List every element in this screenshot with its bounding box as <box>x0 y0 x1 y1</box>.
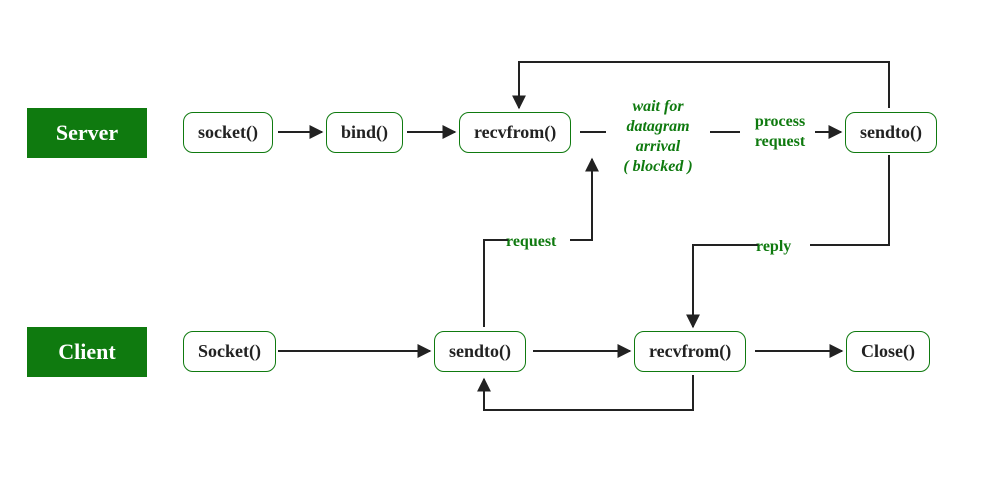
connectors <box>0 0 1000 500</box>
diagram-canvas: Server Client socket() bind() recvfrom()… <box>0 0 1000 500</box>
